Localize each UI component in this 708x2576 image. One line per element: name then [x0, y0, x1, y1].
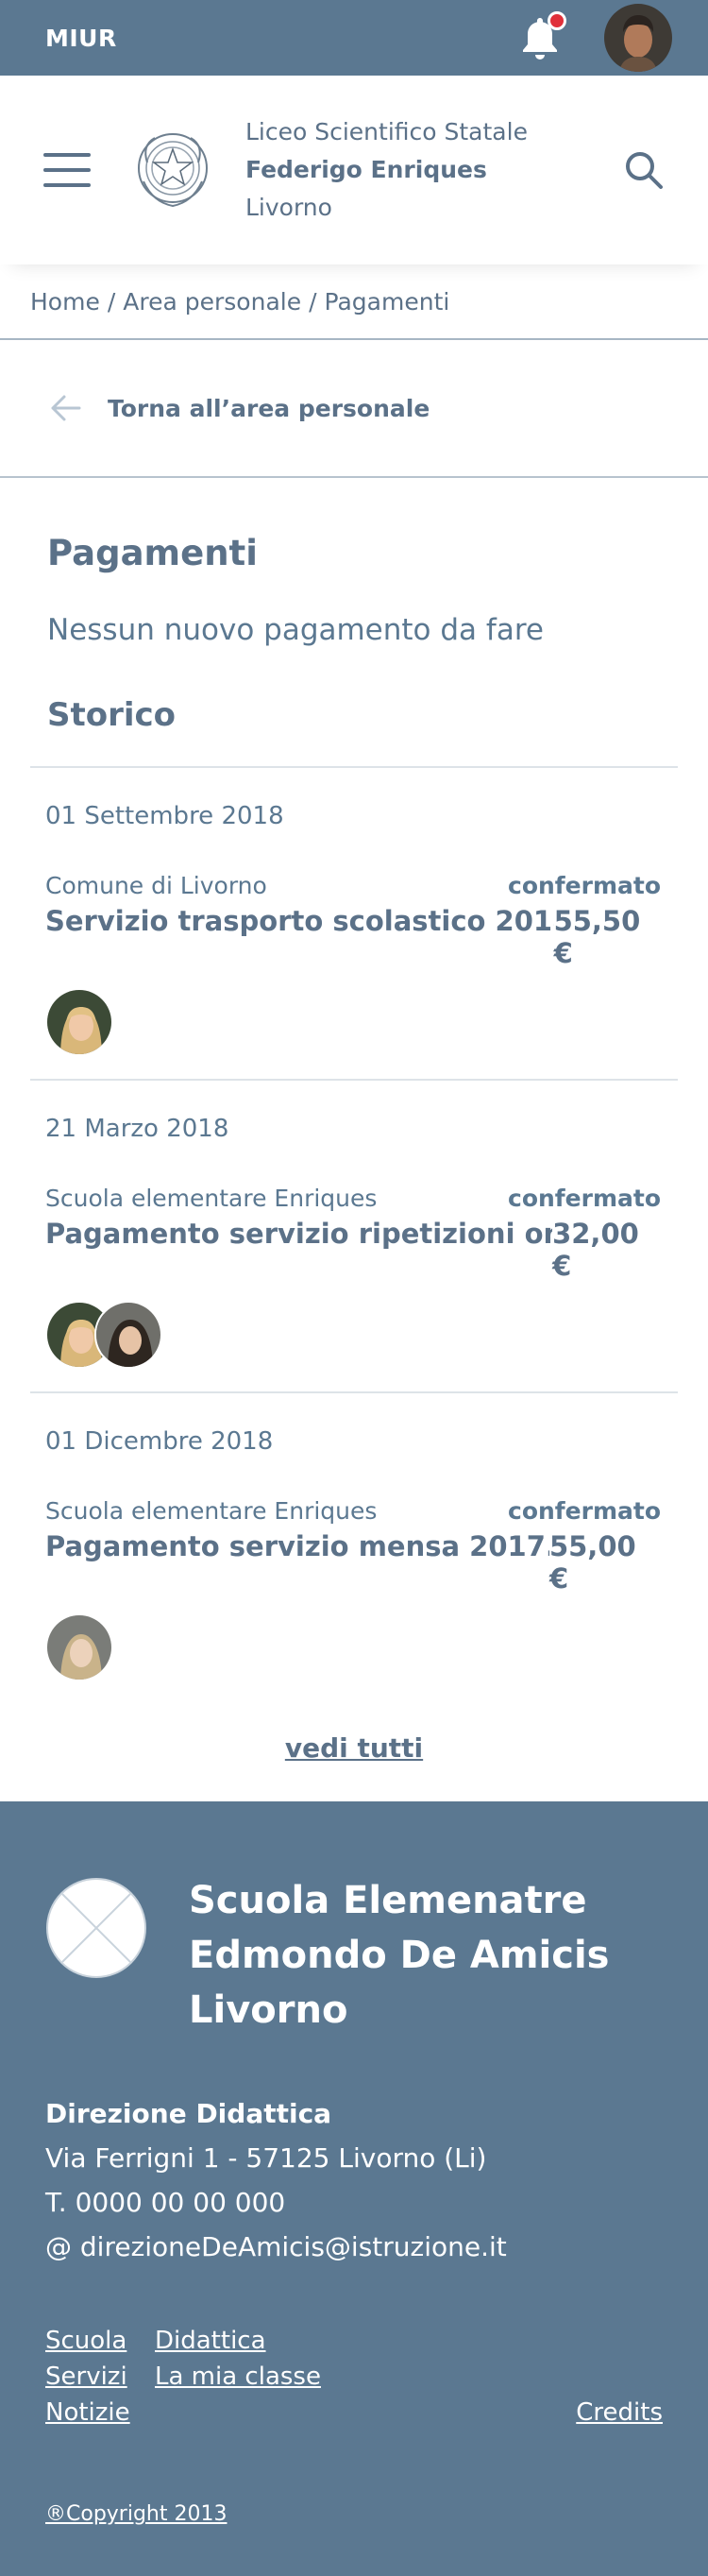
footer-school-name: Scuola Elemenatre Edmondo De Amicis Livo… — [189, 1873, 609, 2038]
breadcrumb: Home / Area personale / Pagamenti — [0, 264, 708, 340]
user-avatar[interactable] — [604, 4, 672, 72]
payment-status: confermato — [508, 872, 661, 899]
payment-amount: 32,00 € — [552, 1218, 639, 1282]
footer-email[interactable]: @ direzioneDeAmicis@istruzione.it — [45, 2231, 663, 2262]
back-link[interactable]: Torna all’area personale — [0, 340, 708, 478]
breadcrumb-separator: / — [309, 287, 317, 316]
payment-date: 21 Marzo 2018 — [45, 1115, 229, 1143]
school-logo-placeholder-icon — [46, 1878, 146, 1978]
payment-item[interactable]: 01 Dicembre 2018 Scuola elementare Enriq… — [30, 1393, 678, 1704]
payment-organization: Scuola elementare Enriques — [45, 1185, 378, 1212]
payment-amount: 55,00 € — [548, 1530, 636, 1595]
footer-spacer — [576, 2363, 663, 2391]
footer-school: Scuola Elemenatre Edmondo De Amicis Livo… — [45, 1873, 663, 2038]
copyright-link[interactable]: ®Copyright 2013 — [45, 2502, 227, 2526]
payment-history-list: 01 Settembre 2018 Comune di Livorno conf… — [30, 766, 678, 1704]
no-payments-message: Nessun nuovo pagamento da fare — [47, 613, 544, 647]
payment-date: 01 Settembre 2018 — [45, 802, 284, 830]
payment-date: 01 Dicembre 2018 — [45, 1427, 274, 1456]
breadcrumb-separator: / — [107, 287, 116, 316]
payment-item[interactable]: 01 Settembre 2018 Comune di Livorno conf… — [30, 768, 678, 1081]
user-avatar-image — [604, 4, 672, 72]
brand-label[interactable]: MIUR — [45, 25, 117, 52]
footer-school-line3: Livorno — [189, 1988, 348, 2032]
payment-status: confermato — [508, 1497, 661, 1525]
footer-link-didattica[interactable]: Didattica — [155, 2327, 576, 2355]
footer-spacer — [155, 2398, 576, 2427]
payment-organization: Scuola elementare Enriques — [45, 1497, 378, 1525]
child-avatar[interactable] — [94, 1301, 162, 1369]
school-name[interactable]: Liceo Scientifico Statale Federigo Enriq… — [245, 113, 623, 227]
menu-bar — [43, 153, 91, 157]
menu-button[interactable] — [43, 153, 91, 187]
footer-direction-title: Direzione Didattica — [45, 2098, 332, 2129]
payment-description: Pagamento servizio ripetizioni on.. — [45, 1218, 553, 1250]
notifications-button[interactable] — [517, 11, 566, 60]
payment-organization: Comune di Livorno — [45, 872, 267, 899]
notification-badge — [548, 11, 566, 30]
page-title: Pagamenti — [47, 533, 258, 573]
payment-description: Servizio trasporto scolastico 2018.. — [45, 905, 554, 937]
top-bar-actions — [517, 4, 672, 72]
footer-link-notizie[interactable]: Notizie — [45, 2398, 155, 2427]
back-link-label: Torna all’area personale — [108, 394, 430, 422]
school-name-line2: Federigo Enriques — [245, 156, 487, 183]
payment-amount: 55,50 € — [553, 905, 641, 969]
footer-address: Via Ferrigni 1 - 57125 Livorno (Li) — [45, 2142, 487, 2174]
footer-spacer — [576, 2327, 663, 2355]
top-bar: MIUR — [0, 0, 708, 76]
payment-beneficiaries — [45, 1613, 661, 1681]
child-avatar[interactable] — [45, 988, 113, 1056]
menu-bar — [43, 168, 91, 172]
footer-school-line2: Edmondo De Amicis — [189, 1934, 610, 1977]
breadcrumb-current: Pagamenti — [324, 287, 450, 316]
footer-link-servizi[interactable]: Servizi — [45, 2363, 155, 2391]
child-avatar[interactable] — [45, 1613, 113, 1681]
arrow-left-icon — [51, 395, 81, 421]
view-all-container: vedi tutti — [0, 1704, 708, 1801]
menu-bar — [43, 183, 91, 187]
breadcrumb-home[interactable]: Home — [30, 288, 100, 316]
payments-section: Pagamenti Nessun nuovo pagamento da fare… — [0, 533, 708, 766]
school-name-line1: Liceo Scientifico Statale — [245, 118, 528, 145]
payment-beneficiaries — [45, 988, 661, 1056]
search-icon[interactable] — [623, 149, 665, 191]
payment-beneficiaries — [45, 1301, 661, 1369]
breadcrumb-area-personale[interactable]: Area personale — [123, 288, 301, 316]
footer-link-credits[interactable]: Credits — [576, 2398, 663, 2427]
site-header: Liceo Scientifico Statale Federigo Enriq… — [0, 76, 708, 264]
payment-item[interactable]: 21 Marzo 2018 Scuola elementare Enriques… — [30, 1081, 678, 1393]
school-name-line3: Livorno — [245, 194, 332, 221]
footer-link-classe[interactable]: La mia classe — [155, 2363, 576, 2391]
footer-links: Scuola Didattica Servizi La mia classe N… — [45, 2327, 663, 2427]
footer-link-scuola[interactable]: Scuola — [45, 2327, 155, 2355]
footer-phone: T. 0000 00 00 000 — [45, 2187, 286, 2218]
payment-status: confermato — [508, 1185, 661, 1212]
republic-emblem-icon[interactable] — [134, 125, 211, 215]
history-heading: Storico — [47, 696, 177, 734]
site-footer: Scuola Elemenatre Edmondo De Amicis Livo… — [0, 1801, 708, 2576]
view-all-link[interactable]: vedi tutti — [285, 1732, 423, 1764]
payment-description: Pagamento servizio mensa 2017.. — [45, 1530, 549, 1562]
footer-school-line1: Scuola Elemenatre — [189, 1879, 587, 1922]
footer-copyright: ®Copyright 2013 — [45, 2502, 663, 2526]
